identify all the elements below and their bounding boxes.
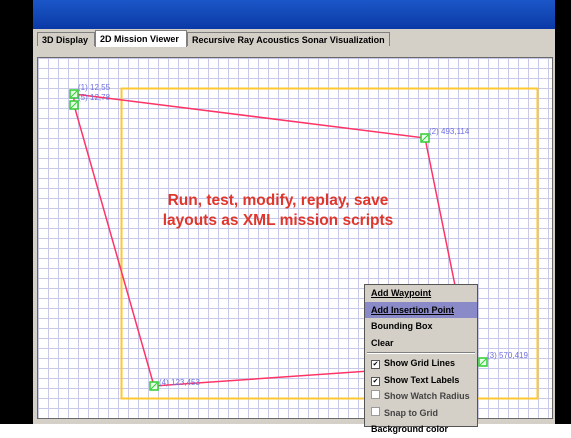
tab-3d-display[interactable]: 3D Display [37, 32, 95, 46]
menu-item-add-insertion-point[interactable]: Add Insertion Point [365, 301, 477, 318]
waypoint-1-label: (1) 12,55 [78, 83, 111, 92]
promo-banner-line-1: Run, test, modify, replay, save [167, 192, 389, 209]
checkbox-unchecked-icon [371, 390, 380, 399]
title-bar [33, 0, 555, 29]
waypoint-3-marker[interactable] [478, 357, 488, 367]
tab-2d-mission-viewer[interactable]: 2D Mission Viewer [95, 30, 187, 47]
window-frame-right [555, 0, 571, 424]
menu-item-show-text-labels-label: Show Text Labels [384, 374, 460, 385]
promo-banner: Run, test, modify, replay, save layouts … [128, 191, 428, 231]
waypoint-2-marker[interactable] [420, 133, 430, 143]
waypoint-1-marker[interactable] [69, 89, 79, 99]
tab-sonar-visualization[interactable]: Recursive Ray Acoustics Sonar Visualizat… [187, 32, 390, 46]
waypoint-4-label: (4) 123,453 [159, 378, 200, 387]
menu-item-clear[interactable]: Clear [365, 335, 477, 352]
waypoint-5-marker[interactable] [69, 100, 79, 110]
menu-item-show-watch-radius[interactable]: Show Watch Radius [365, 388, 477, 405]
menu-item-show-grid-lines-label: Show Grid Lines [384, 358, 456, 368]
promo-banner-line-2: layouts as XML mission scripts [162, 212, 394, 229]
menu-item-background-color[interactable]: Background color [365, 421, 477, 438]
menu-item-snap-to-grid[interactable]: Snap to Grid [365, 405, 477, 422]
menu-item-show-grid-lines[interactable]: ✔ Show Grid Lines [365, 355, 477, 372]
menu-separator [367, 352, 475, 354]
tab-strip: 3D Display 2D Mission Viewer Recursive R… [33, 29, 555, 48]
waypoint-2-label: (2) 493,114 [429, 127, 470, 136]
menu-item-bounding-box[interactable]: Bounding Box [365, 318, 477, 335]
menu-item-show-watch-radius-label: Show Watch Radius [384, 391, 470, 401]
menu-item-add-waypoint[interactable]: Add Waypoint [365, 285, 477, 302]
waypoint-5-label: (5) 12,78 [78, 93, 111, 102]
menu-item-snap-to-grid-label: Snap to Grid [384, 407, 438, 418]
checkbox-checked-icon: ✔ [371, 360, 380, 369]
menu-item-show-text-labels[interactable]: ✔ Show Text Labels [365, 372, 477, 389]
waypoint-4-marker[interactable] [149, 381, 159, 391]
checkbox-unchecked-icon [371, 406, 380, 416]
window-frame-left [0, 0, 33, 424]
checkbox-checked-icon: ✔ [371, 376, 380, 386]
mission-viewer-panel: (1) 12,55 (5) 12,78 (2) 493,114 (3) 570,… [33, 47, 555, 434]
waypoint-3-label: (3) 570,419 [487, 351, 528, 360]
context-menu: Add Waypoint Add Insertion Point Boundin… [364, 284, 478, 434]
